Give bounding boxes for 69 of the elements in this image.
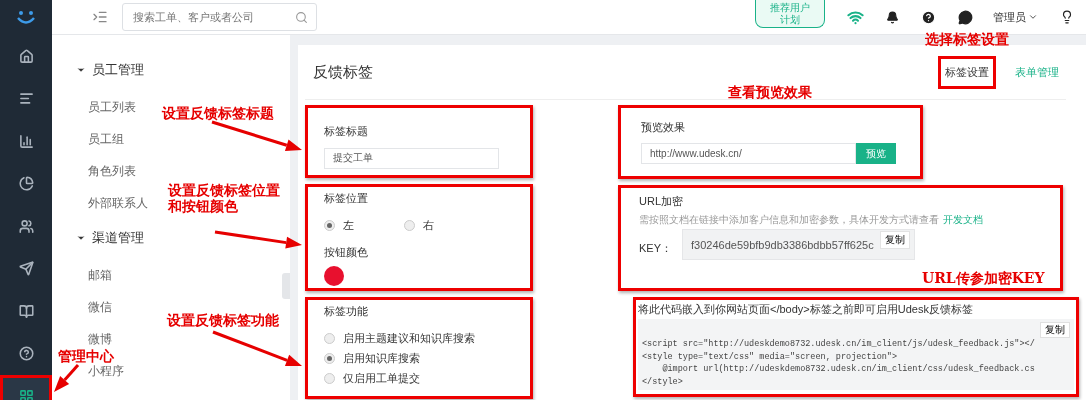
annotation-text: 查看预览效果 bbox=[728, 84, 812, 100]
tab[interactable]: 标签设置 bbox=[938, 55, 996, 89]
embed-instruction: 将此代码嵌入到你网站页面</body>标签之前即可启用Udesk反馈标签 bbox=[638, 302, 974, 317]
radio-option[interactable]: 右 bbox=[404, 217, 434, 233]
collapse-handle[interactable] bbox=[282, 273, 290, 299]
url-field[interactable]: http://www.udesk.cn/ bbox=[641, 143, 856, 164]
title-field[interactable]: 提交工单 bbox=[324, 147, 499, 169]
logo-icon bbox=[15, 9, 37, 26]
code-line: @import url(http://udeskdemo8732.udesk.cn/im_client/css/udesk_feedback.cs bbox=[661, 363, 1036, 376]
home-icon bbox=[18, 48, 34, 64]
annotation-text: 设置反馈标签标题 bbox=[162, 105, 274, 121]
annotation-text: 设置反馈标签功能 bbox=[167, 312, 279, 328]
annotation-text: 管理中心 bbox=[58, 348, 114, 364]
search-field[interactable]: 搜索工单、客户或者公司 bbox=[122, 3, 317, 31]
users-icon bbox=[18, 218, 34, 234]
code-line: <style type="text/css" media="screen, projection"> bbox=[642, 350, 899, 363]
annotation-text: 选择标签设置 bbox=[925, 31, 1009, 47]
key-label: KEY： bbox=[639, 241, 672, 256]
field-label: URL加密 bbox=[639, 194, 684, 209]
bulb-icon[interactable] bbox=[1060, 10, 1074, 24]
copy-button[interactable]: 复制 bbox=[879, 231, 910, 249]
sidebar-item[interactable]: 外部联系人 bbox=[88, 195, 148, 211]
copy-button[interactable]: 复制 bbox=[1040, 322, 1070, 338]
pie-icon bbox=[18, 176, 34, 192]
sidebar-item[interactable]: 角色列表 bbox=[88, 163, 136, 179]
field-label: 标签位置 bbox=[324, 190, 369, 206]
group-header[interactable]: 员工管理 bbox=[76, 59, 290, 81]
page-title: 反馈标签 bbox=[313, 62, 373, 82]
help-icon bbox=[18, 346, 34, 362]
radio-option[interactable]: 仅启用工单提交 bbox=[324, 370, 514, 386]
hint-text: 需按照文档在链接中添加客户信息和加密参数，具体开发方式请查看 开发文档 bbox=[639, 213, 984, 227]
group-title: 渠道管理 bbox=[92, 229, 144, 247]
radio-option[interactable]: 启用主题建议和知识库搜索 bbox=[324, 330, 514, 346]
annotation-arrow bbox=[54, 364, 80, 392]
sidebar-item[interactable]: 微信 bbox=[88, 299, 112, 315]
caret-icon bbox=[76, 233, 86, 243]
send-icon bbox=[18, 261, 34, 277]
group-title: 员工管理 bbox=[92, 61, 144, 79]
code-line: </style> bbox=[642, 375, 684, 388]
grid-icon bbox=[18, 388, 34, 400]
group-header[interactable]: 渠道管理 bbox=[76, 227, 290, 249]
search-icon bbox=[295, 10, 308, 24]
annotation-text: URL传参加密KEY bbox=[922, 270, 1045, 286]
caret-icon bbox=[76, 65, 86, 75]
caret-icon bbox=[1028, 12, 1038, 22]
field-label: 标签功能 bbox=[324, 303, 369, 319]
menu-icon[interactable] bbox=[92, 9, 108, 25]
sidebar-item[interactable]: 小程序 bbox=[88, 363, 124, 379]
field-label: 预览效果 bbox=[641, 120, 686, 135]
key-text: f30246de59bfb9db3386bdbb57ff625c bbox=[691, 238, 874, 251]
help-icon[interactable] bbox=[921, 9, 936, 25]
annotation-text: 设置反馈标签位置和按钮颜色 bbox=[168, 182, 280, 214]
radio-option[interactable]: 启用知识库搜索 bbox=[324, 350, 514, 366]
sidebar-item[interactable]: 微博 bbox=[88, 331, 112, 347]
radio-option[interactable]: 左 bbox=[324, 217, 354, 233]
field-label: 标签标题 bbox=[324, 124, 369, 139]
list-icon bbox=[18, 91, 34, 107]
wifi-icon[interactable] bbox=[847, 8, 864, 26]
chat-icon[interactable] bbox=[958, 9, 973, 25]
color-swatch[interactable] bbox=[324, 265, 344, 286]
sidebar-item[interactable]: 邮箱 bbox=[88, 267, 112, 283]
field-label: 按钮颜色 bbox=[324, 244, 369, 260]
user-menu[interactable]: 管理员 bbox=[993, 9, 1038, 25]
code-line: <script src="http://udeskdemo8732.udesk.cn/im_client/js/udesk_feedback.js"></ bbox=[642, 338, 1036, 351]
bell-icon[interactable] bbox=[886, 10, 899, 24]
sidebar-item[interactable]: 员工列表 bbox=[88, 99, 136, 115]
book-icon bbox=[18, 303, 34, 319]
sidebar-item[interactable]: 员工组 bbox=[88, 131, 124, 147]
bars-icon bbox=[18, 133, 34, 149]
